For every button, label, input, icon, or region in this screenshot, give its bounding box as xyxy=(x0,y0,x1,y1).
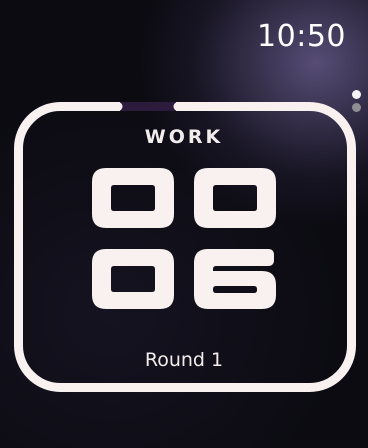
digit-0 xyxy=(92,249,174,309)
digit-0 xyxy=(194,168,276,228)
digit-0 xyxy=(92,168,174,228)
ring-progress-cap-start xyxy=(113,102,123,111)
round-label: Round 1 xyxy=(144,349,224,371)
ring-progress-cap-end xyxy=(173,102,183,111)
ring-track xyxy=(14,102,356,392)
phase-label: WORK xyxy=(144,126,224,148)
page-dot-1 xyxy=(352,90,361,99)
minutes-digits xyxy=(92,168,276,228)
status-clock: 10:50 xyxy=(257,19,346,54)
minutes-display: 00 xyxy=(92,168,276,228)
seconds-display: 06 xyxy=(92,249,276,309)
digit-6 xyxy=(194,249,276,309)
seconds-digits xyxy=(92,249,276,309)
watch-screen: 10:50 WORK 00 06 xyxy=(0,0,368,448)
